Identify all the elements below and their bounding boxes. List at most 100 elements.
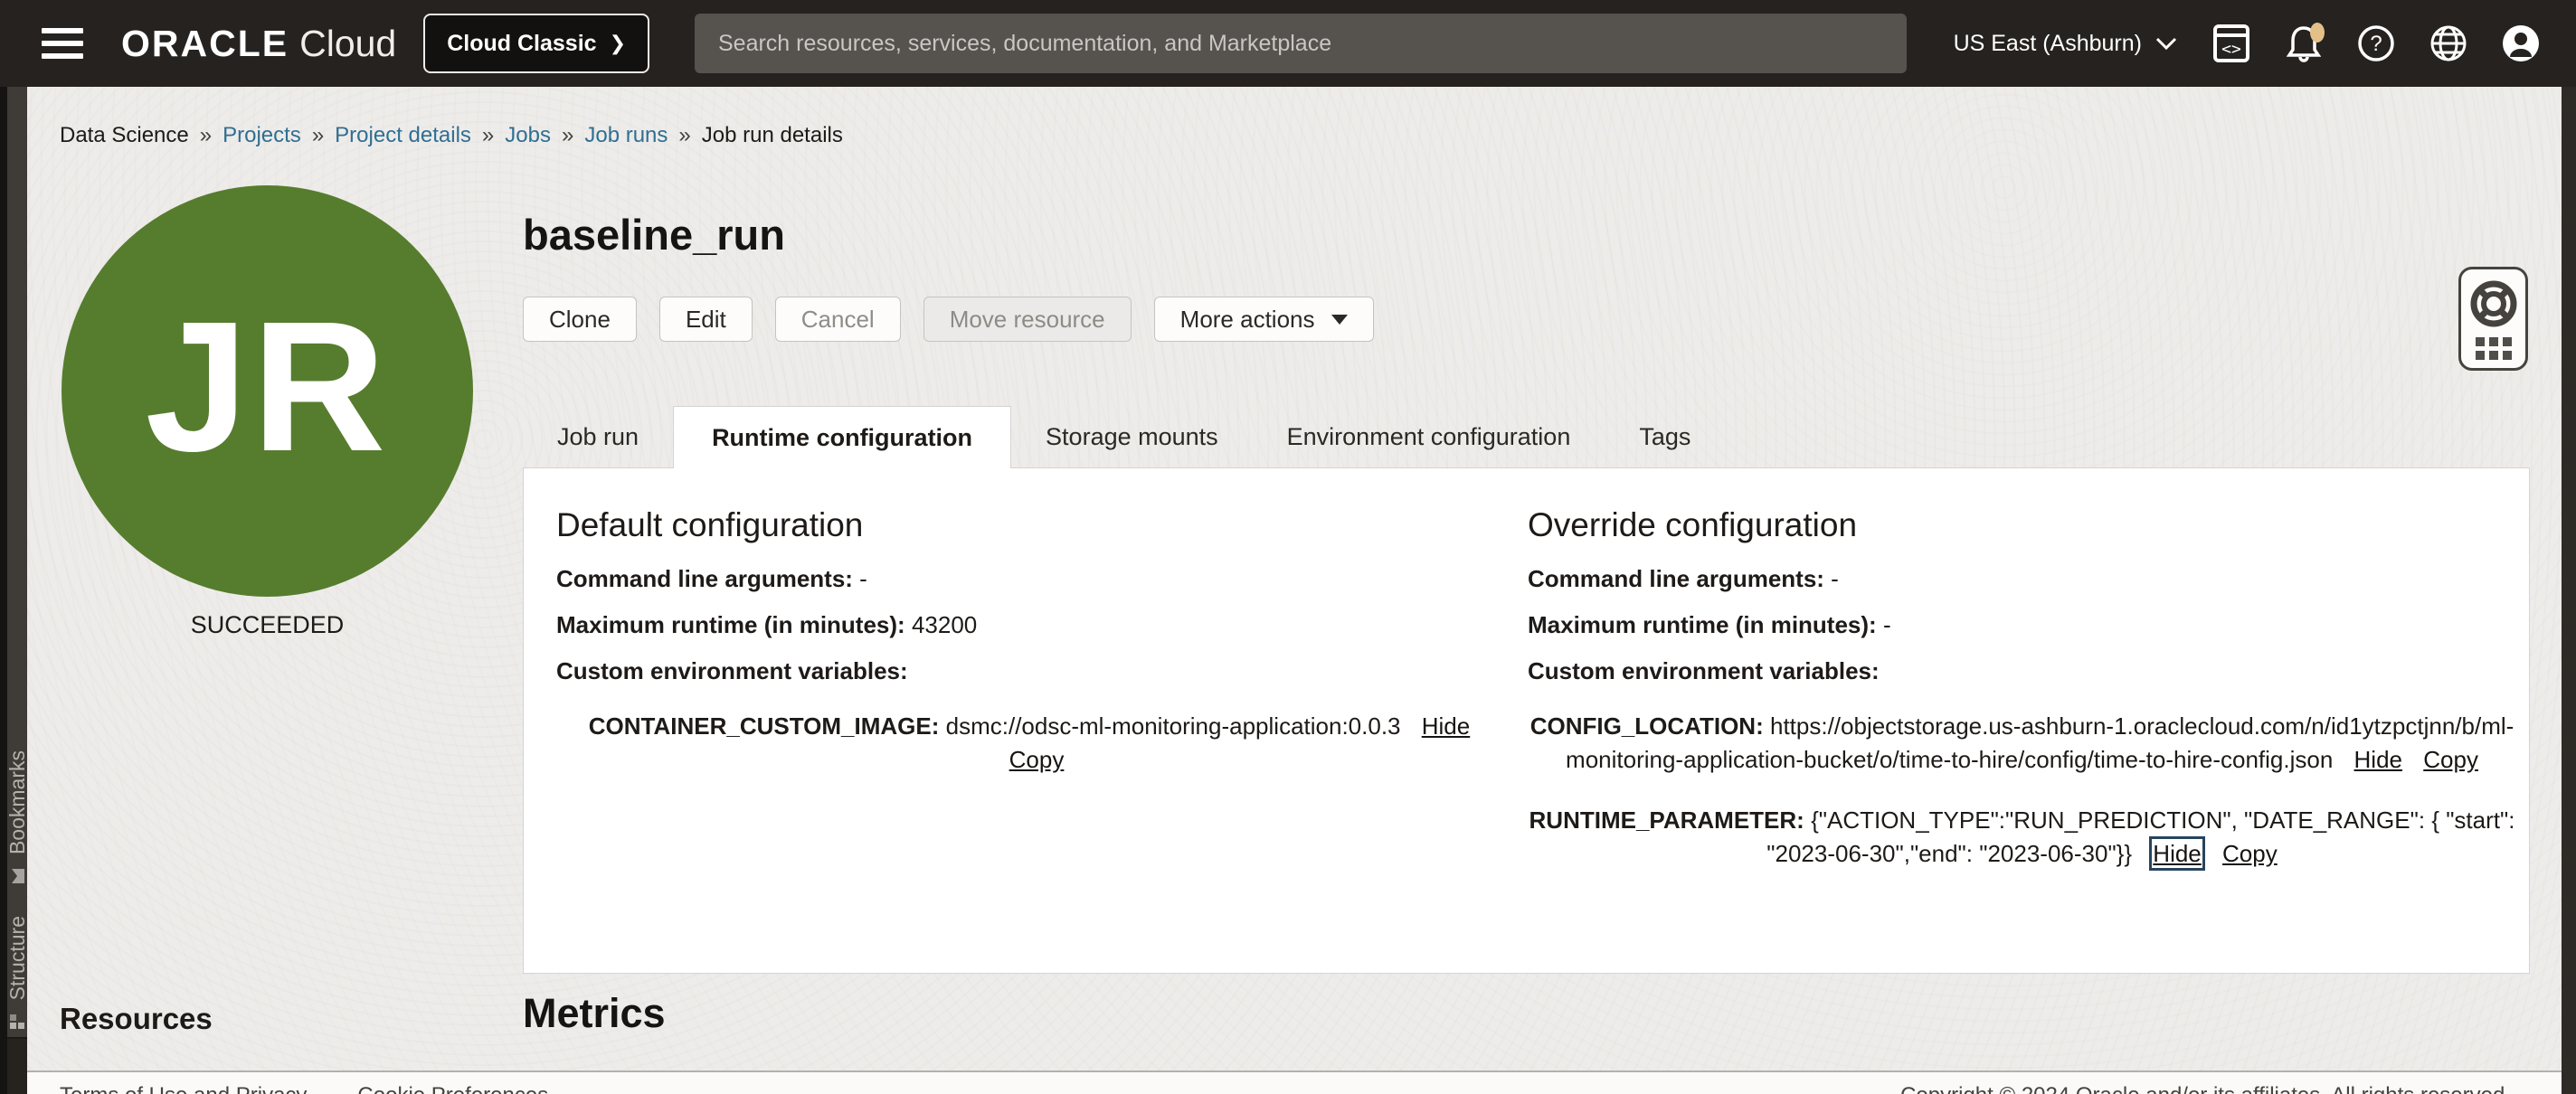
- footer-bar: Terms of Use and Privacy Cookie Preferen…: [27, 1072, 2562, 1094]
- breadcrumb-projects[interactable]: Projects: [223, 123, 301, 148]
- hide-link[interactable]: Hide: [1422, 712, 1470, 740]
- detail-tabs: Job run Runtime configuration Storage mo…: [523, 406, 1725, 468]
- copy-link[interactable]: Copy: [2423, 746, 2478, 773]
- cancel-button[interactable]: Cancel: [775, 297, 901, 342]
- clone-button[interactable]: Clone: [523, 297, 637, 342]
- life-ring-icon: [2468, 278, 2519, 329]
- top-navigation-bar: ORACLE Cloud Cloud Classic ❯ US East (As…: [0, 0, 2576, 87]
- developer-tools-icon[interactable]: <>: [2212, 24, 2250, 62]
- default-configuration-section: Default configuration Command line argum…: [524, 468, 1502, 973]
- rail-footer: [7, 1039, 27, 1094]
- cloud-classic-label: Cloud Classic: [447, 31, 596, 57]
- sidebar-item-bookmarks[interactable]: Bookmarks: [7, 750, 27, 885]
- terms-link[interactable]: Terms of Use and Privacy: [60, 1083, 307, 1094]
- bookmarks-label: Bookmarks: [5, 750, 30, 854]
- config-location-row: CONFIG_LOCATION: https://objectstorage.u…: [1528, 710, 2516, 777]
- max-runtime-value: -: [1883, 611, 1891, 638]
- help-icon[interactable]: ?: [2357, 24, 2395, 62]
- copy-link[interactable]: Copy: [1009, 746, 1065, 773]
- more-actions-label: More actions: [1180, 306, 1315, 334]
- breadcrumb-separator: »: [200, 123, 212, 148]
- breadcrumb-project-details[interactable]: Project details: [335, 123, 471, 148]
- notification-dot: [2310, 23, 2325, 42]
- breadcrumb: Data Science » Projects » Project detail…: [60, 123, 843, 148]
- grid-dots-icon: [2476, 337, 2512, 360]
- tab-storage-mounts[interactable]: Storage mounts: [1011, 406, 1253, 468]
- sidebar-item-structure[interactable]: Structure: [7, 916, 27, 1031]
- container-custom-image-value: dsmc://odsc-ml-monitoring-application:0.…: [946, 712, 1401, 740]
- cli-args-label: Command line arguments:: [556, 565, 853, 592]
- breadcrumb-separator: »: [562, 123, 573, 148]
- max-runtime-label: Maximum runtime (in minutes):: [1528, 611, 1877, 638]
- runtime-parameter-row: RUNTIME_PARAMETER: {"ACTION_TYPE":"RUN_P…: [1528, 804, 2516, 871]
- config-location-label: CONFIG_LOCATION:: [1530, 712, 1764, 740]
- avatar-initials: JR: [145, 280, 389, 503]
- oracle-cloud-logo[interactable]: ORACLE Cloud: [121, 23, 396, 65]
- hide-link-focused[interactable]: Hide: [2153, 840, 2201, 867]
- runtime-parameter-value: {"ACTION_TYPE":"RUN_PREDICTION", "DATE_R…: [1766, 806, 2514, 867]
- metrics-heading: Metrics: [523, 990, 666, 1037]
- structure-icon: [8, 1013, 26, 1031]
- more-actions-button[interactable]: More actions: [1154, 297, 1374, 342]
- override-configuration-heading: Override configuration: [1528, 506, 2516, 544]
- breadcrumb-job-run-details: Job run details: [702, 123, 843, 148]
- breadcrumb-jobs[interactable]: Jobs: [505, 123, 551, 148]
- svg-text:?: ?: [2370, 32, 2382, 56]
- move-resource-button[interactable]: Move resource: [923, 297, 1132, 342]
- bookmark-icon: [8, 867, 26, 885]
- max-runtime-label: Maximum runtime (in minutes):: [556, 611, 905, 638]
- resources-heading: Resources: [60, 1002, 213, 1036]
- notifications-bell-icon[interactable]: [2285, 24, 2323, 62]
- edit-button[interactable]: Edit: [659, 297, 753, 342]
- custom-env-label: Custom environment variables:: [1528, 657, 1880, 684]
- logo-cloud-text: Cloud: [299, 23, 396, 65]
- breadcrumb-separator: »: [312, 123, 324, 148]
- footer-links: Terms of Use and Privacy Cookie Preferen…: [60, 1083, 548, 1094]
- cli-args-value: -: [859, 565, 867, 592]
- support-launcher-widget[interactable]: [2458, 267, 2528, 371]
- structure-label: Structure: [5, 916, 30, 1000]
- override-configuration-section: Override configuration Command line argu…: [1502, 468, 2529, 973]
- runtime-configuration-panel: Default configuration Command line argum…: [523, 467, 2530, 974]
- tab-tags[interactable]: Tags: [1605, 406, 1725, 468]
- breadcrumb-job-runs[interactable]: Job runs: [584, 123, 668, 148]
- max-runtime-value: 43200: [912, 611, 977, 638]
- region-selector[interactable]: US East (Ashburn): [1954, 31, 2178, 57]
- container-custom-image-row: CONTAINER_CUSTOM_IMAGE: dsmc://odsc-ml-m…: [556, 710, 1502, 777]
- chevron-down-icon: [2155, 35, 2178, 52]
- breadcrumb-separator: »: [678, 123, 690, 148]
- runtime-parameter-label: RUNTIME_PARAMETER:: [1530, 806, 1804, 834]
- copy-link[interactable]: Copy: [2222, 840, 2278, 867]
- page-title: baseline_run: [523, 210, 785, 259]
- footer-copyright: Copyright © 2024 Oracle and/or its affil…: [1900, 1083, 2511, 1094]
- status-badge: SUCCEEDED: [62, 611, 473, 639]
- hamburger-menu-icon[interactable]: [42, 28, 83, 59]
- tab-runtime-configuration[interactable]: Runtime configuration: [673, 406, 1011, 468]
- default-configuration-heading: Default configuration: [556, 506, 1502, 544]
- cli-args-label: Command line arguments:: [1528, 565, 1824, 592]
- caret-down-icon: [1331, 315, 1348, 325]
- breadcrumb-separator: »: [482, 123, 494, 148]
- custom-env-label: Custom environment variables:: [556, 657, 908, 684]
- main-content: Data Science » Projects » Project detail…: [27, 87, 2562, 1094]
- logo-oracle-text: ORACLE: [121, 23, 289, 65]
- breadcrumb-data-science: Data Science: [60, 123, 189, 148]
- search-input[interactable]: [695, 14, 1907, 73]
- chevron-right-icon: ❯: [610, 32, 626, 55]
- job-run-avatar: JR: [62, 185, 473, 597]
- user-avatar-icon[interactable]: [2502, 24, 2540, 62]
- region-label: US East (Ashburn): [1954, 31, 2142, 57]
- hide-link[interactable]: Hide: [2354, 746, 2402, 773]
- tab-environment-configuration[interactable]: Environment configuration: [1253, 406, 1605, 468]
- cloud-classic-button[interactable]: Cloud Classic ❯: [423, 14, 649, 73]
- svg-text:<>: <>: [2221, 40, 2241, 59]
- right-edge-rail: [2562, 87, 2576, 1094]
- browser-side-rail: Bookmarks Structure: [0, 87, 27, 1094]
- cookie-preferences-link[interactable]: Cookie Preferences: [357, 1083, 548, 1094]
- cli-args-value: -: [1831, 565, 1839, 592]
- tab-job-run[interactable]: Job run: [523, 406, 673, 468]
- topbar-right-group: US East (Ashburn) <> ?: [1954, 24, 2540, 62]
- container-custom-image-label: CONTAINER_CUSTOM_IMAGE:: [589, 712, 940, 740]
- action-buttons-row: Clone Edit Cancel Move resource More act…: [523, 297, 1374, 342]
- language-globe-icon[interactable]: [2429, 24, 2467, 62]
